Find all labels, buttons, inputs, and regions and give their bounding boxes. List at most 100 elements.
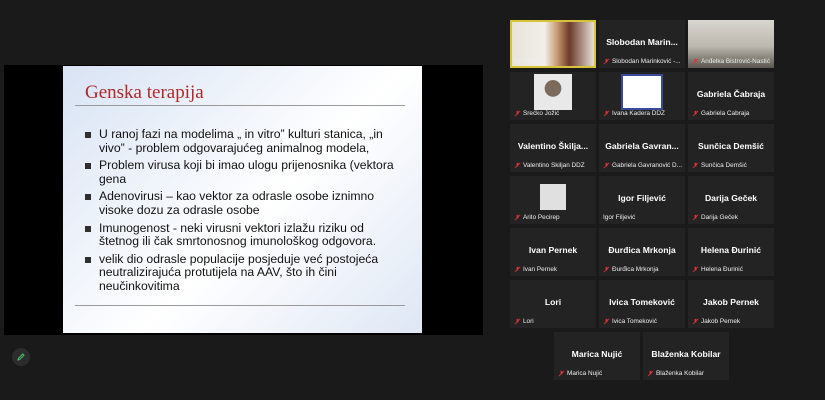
participant-tile[interactable]: Helena Đurinić Helena Đurinić — [688, 228, 774, 276]
participant-tile[interactable]: Lori Lori — [510, 280, 596, 328]
participant-label-text: Anđelka Bistrović-Nastić — [701, 58, 770, 65]
participant-label: Ivan Pernek — [514, 266, 594, 273]
participant-label-text: Gabriela Gavranović D... — [612, 162, 682, 169]
participant-tile[interactable]: Slobodan Marin... Slobodan Marinković -..… — [599, 20, 685, 68]
mic-muted-icon — [692, 110, 699, 117]
mic-muted-icon — [647, 370, 654, 377]
participant-label: Lori — [514, 318, 594, 325]
participant-label: Slobodan Marinković -... — [603, 58, 683, 65]
slide-bullet: Imunogenost - neki virusni vektori izlaž… — [85, 221, 405, 249]
participant-tile[interactable]: Darija Geček Darija Geček — [688, 176, 774, 224]
participant-name: Igor Filjević — [618, 193, 666, 203]
slide-divider-bottom — [75, 305, 405, 306]
participant-label: Darija Geček — [692, 214, 772, 221]
mic-muted-icon — [603, 110, 610, 117]
participant-label-text: Ivan Pernek — [523, 266, 558, 273]
mic-muted-icon — [514, 162, 521, 169]
mic-muted-icon — [603, 318, 610, 325]
mic-muted-icon — [514, 266, 521, 273]
participant-name: Gabriela Čabraja — [696, 89, 766, 99]
participant-tile[interactable]: Blaženka Kobilar Blaženka Kobilar — [643, 332, 729, 380]
participant-label-text: Ivana Kadera DDZ — [612, 110, 665, 117]
participant-tile[interactable]: Anđelka Bistrović-Nastić — [688, 20, 774, 68]
participant-name: Lori — [544, 297, 562, 307]
participant-label-text: Gabriela Čabraja — [701, 110, 750, 117]
participant-tile[interactable]: Ivana Kadera DDZ — [599, 72, 685, 120]
participant-label-text: Slobodan Marinković -... — [612, 58, 681, 65]
participant-label: Srećko Jožić — [514, 110, 594, 117]
participant-label-text: Ivica Tomeković — [612, 318, 657, 325]
participant-label-text: Jakob Pernek — [701, 318, 741, 325]
participant-tile[interactable]: Gabriela Gavran... Gabriela Gavranović D.… — [599, 124, 685, 172]
participant-label-text: Arito Pecirep — [523, 214, 560, 221]
slide-title: Genska terapija — [85, 82, 204, 103]
participant-label-text: Marica Nujić — [567, 370, 603, 377]
participant-label-text: Valentino Škiljan DDZ — [523, 162, 585, 169]
participant-label: Sunčica Demšić — [692, 162, 772, 169]
participant-label-text: Đurđica Mrkonja — [612, 266, 659, 273]
participant-label: Jakob Pernek — [692, 318, 772, 325]
participant-name: Jakob Pernek — [703, 297, 759, 307]
participant-label-text: Sunčica Demšić — [701, 162, 747, 169]
participant-name: Valentino Škilja... — [517, 141, 589, 151]
participant-tile[interactable]: Sunčica Demšić Sunčica Demšić — [688, 124, 774, 172]
participant-video — [534, 74, 572, 110]
mic-muted-icon — [692, 214, 699, 221]
mic-muted-icon — [603, 162, 610, 169]
participant-tile[interactable]: Arito Pecirep — [510, 176, 596, 224]
participant-name: Ivan Pernek — [528, 245, 578, 255]
participant-label: Blaženka Kobilar — [647, 370, 727, 377]
participant-name: Slobodan Marin... — [606, 37, 678, 47]
participant-label: Gabriela Gavranović D... — [603, 162, 683, 169]
mic-muted-icon — [692, 266, 699, 273]
participant-tile[interactable]: Valentino Škilja... Valentino Škiljan DDZ — [510, 124, 596, 172]
mic-muted-icon — [692, 58, 699, 65]
participant-tile[interactable]: Đurđica Mrkonja Đurđica Mrkonja — [599, 228, 685, 276]
participant-tile[interactable]: Gabriela Čabraja Gabriela Čabraja — [688, 72, 774, 120]
participant-name: Sunčica Demšić — [698, 141, 764, 151]
participant-label-text: Dr. Vranješ — [514, 58, 546, 65]
slide-bullet: Adenovirusi – kao vektor za odrasle osob… — [85, 190, 405, 217]
participant-name: Marica Nujić — [571, 349, 623, 359]
participant-label-text: Blaženka Kobilar — [656, 370, 704, 377]
participant-tile[interactable]: Ivica Tomeković Ivica Tomeković — [599, 280, 685, 328]
participant-label: Ivica Tomeković — [603, 318, 683, 325]
participant-label: Ivana Kadera DDZ — [603, 110, 683, 117]
annotate-button[interactable] — [12, 348, 30, 366]
slide-bullet: Problem virusa koji bi imao ulogu prijen… — [85, 158, 405, 186]
participant-name: Gabriela Gavran... — [605, 141, 679, 151]
pen-icon — [17, 353, 25, 361]
participant-tile[interactable]: Igor Filjević Igor Filjević — [599, 176, 685, 224]
participant-tile[interactable]: Srećko Jožić — [510, 72, 596, 120]
participant-tile[interactable]: Ivan Pernek Ivan Pernek — [510, 228, 596, 276]
mic-muted-icon — [514, 110, 521, 117]
participant-label: Valentino Škiljan DDZ — [514, 162, 594, 169]
presentation-slide: Genska terapija U ranoj fazi na modelima… — [63, 66, 422, 333]
participant-name: Ivica Tomeković — [609, 297, 675, 307]
slide-bullet: velik dio odrasle populacije posjeduje v… — [85, 252, 405, 294]
mic-muted-icon — [514, 318, 521, 325]
participant-label-text: Igor Filjević — [603, 214, 636, 221]
meeting-window: Genska terapija U ranoj fazi na modelima… — [0, 0, 825, 400]
participant-tile[interactable]: Marica Nujić Marica Nujić — [554, 332, 640, 380]
participant-video — [621, 74, 663, 110]
participant-name: Darija Geček — [704, 193, 758, 203]
participant-label: Gabriela Čabraja — [692, 110, 772, 117]
mic-muted-icon — [558, 370, 565, 377]
participant-label: Arito Pecirep — [514, 214, 594, 221]
participant-label: Helena Đurinić — [692, 266, 772, 273]
participant-tile[interactable]: Jakob Pernek Jakob Pernek — [688, 280, 774, 328]
participant-tile[interactable]: Dr. Vranješ — [510, 20, 596, 68]
mic-muted-icon — [514, 214, 521, 221]
mic-muted-icon — [603, 58, 610, 65]
participant-name: Đurđica Mrkonja — [608, 245, 676, 255]
slide-bullet: U ranoj fazi na modelima „ in vitro” kul… — [85, 127, 405, 155]
slide-divider-top — [75, 105, 405, 106]
participant-label: Dr. Vranješ — [514, 58, 594, 65]
participant-label: Đurđica Mrkonja — [603, 266, 683, 273]
participant-name: Helena Đurinić — [700, 245, 762, 255]
mic-muted-icon — [692, 318, 699, 325]
participant-label: Igor Filjević — [603, 214, 683, 221]
mic-muted-icon — [692, 162, 699, 169]
participant-label: Anđelka Bistrović-Nastić — [692, 58, 772, 65]
